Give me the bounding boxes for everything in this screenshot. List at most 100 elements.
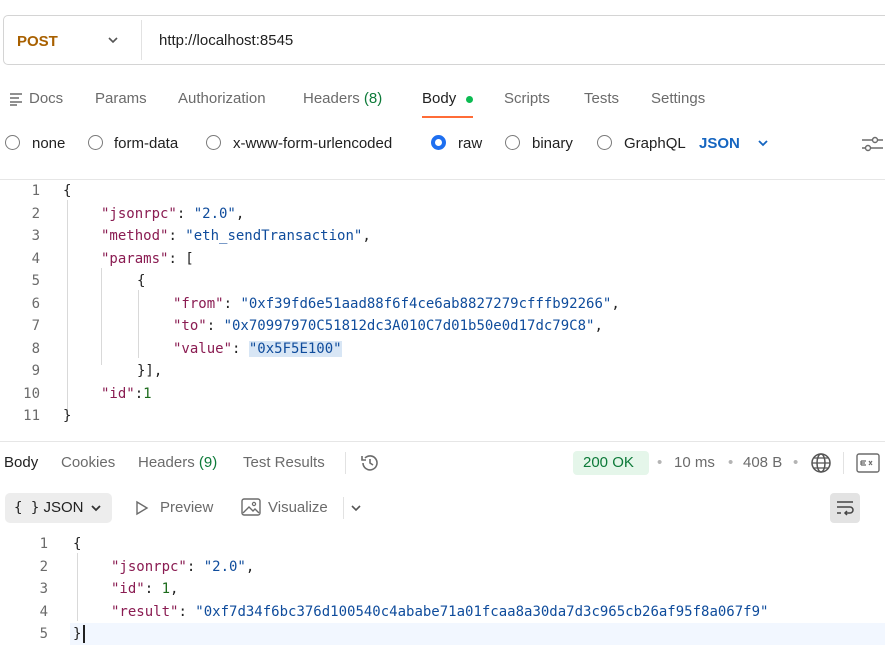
code-line: "value": "0x5F5E100" [173,341,342,357]
line-number: 1 [39,536,48,552]
chevron-down-icon[interactable] [90,502,102,514]
code-line: }], [137,363,163,379]
line-number: 3 [39,581,48,597]
response-tab-headers[interactable]: Headers (9) [138,454,217,471]
code-line: } [73,626,82,642]
line-number: 11 [23,408,40,424]
json-key: "id" [111,581,145,597]
code-line: "id":1 [101,386,152,402]
response-size[interactable]: 408 B [743,454,782,471]
braces-icon: { } [14,500,40,516]
line-number: 7 [31,318,40,334]
tab-docs[interactable]: Docs [29,90,63,107]
tab-headers[interactable]: Headers (8) [303,90,382,107]
text-caret [83,625,85,643]
divider [0,441,885,442]
code-line: } [63,408,72,424]
language-select[interactable]: JSON [699,135,740,152]
json-key: "jsonrpc" [101,206,177,222]
divider [345,452,346,474]
history-icon[interactable] [359,452,381,474]
json-key: "method" [101,228,169,244]
divider [343,497,344,519]
indent-guide [67,200,68,410]
radio-none[interactable] [5,135,20,150]
code-line: "params": [ [101,251,194,267]
line-number: 2 [39,559,48,575]
response-time[interactable]: 10 ms [674,454,715,471]
radio-none-label[interactable]: none [32,135,65,152]
json-string: "eth_sendTransaction" [185,228,363,244]
indent-guide [138,290,139,358]
sliders-icon[interactable] [861,135,883,153]
active-tab-underline [422,116,473,118]
headers-count: (8) [363,90,383,107]
tab-body[interactable]: Body [422,90,456,107]
response-tab-headers-label: Headers [138,454,195,471]
radio-graphql[interactable] [597,135,612,150]
request-body-editor[interactable]: 1 2 3 4 5 6 7 8 9 10 11 { "jsonrpc": "2.… [0,180,885,440]
line-number: 6 [31,296,40,312]
json-string-highlighted: "0x5F5E100" [248,341,342,357]
json-string: "2.0" [193,206,236,222]
indent-guide [101,268,102,365]
radio-form-data[interactable] [88,135,103,150]
wrap-icon [837,501,854,516]
visualize-button[interactable]: Visualize [268,499,328,516]
radio-form-data-label[interactable]: form-data [114,135,178,152]
line-number: 8 [31,341,40,357]
url-input[interactable]: http://localhost:8545 [159,32,293,49]
json-string: "0xf7d34f6bc376d100540c4ababe71a01fcaa8a… [195,604,769,620]
radio-binary[interactable] [505,135,520,150]
chevron-down-icon[interactable] [350,502,362,514]
body-indicator-dot [466,96,473,103]
divider [843,452,844,474]
image-icon [241,498,261,516]
status-text: 200 OK [583,454,634,471]
json-key: "to" [173,318,207,334]
radio-raw[interactable] [431,135,446,150]
radio-urlencoded-label[interactable]: x-www-form-urlencoded [233,135,392,152]
code-line: "method": "eth_sendTransaction", [101,228,371,244]
globe-icon[interactable] [810,452,832,474]
response-tab-test-results[interactable]: Test Results [243,454,325,471]
wrap-lines-button[interactable] [830,493,860,523]
response-tab-body[interactable]: Body [4,454,38,471]
chevron-down-icon[interactable] [106,33,120,47]
radio-raw-label[interactable]: raw [458,135,482,152]
radio-urlencoded[interactable] [206,135,221,150]
code-line: "jsonrpc": "2.0", [101,206,245,222]
tab-tests[interactable]: Tests [584,90,619,107]
example-icon[interactable] [856,452,880,474]
response-format-value: JSON [43,499,84,516]
url-separator [141,20,142,60]
json-number: 1 [143,386,152,402]
tab-authorization[interactable]: Authorization [178,90,266,107]
line-number: 9 [31,363,40,379]
line-number: 1 [31,183,40,199]
code-line: "result": "0xf7d34f6bc376d100540c4ababe7… [111,604,769,620]
line-number: 5 [39,626,48,642]
response-tab-cookies[interactable]: Cookies [61,454,115,471]
code-line: "id": 1, [111,581,179,597]
response-body-viewer[interactable]: 1 2 3 4 5 { "jsonrpc": "2.0", "id": 1, "… [0,533,885,650]
separator-dot: • [728,454,734,471]
method-select[interactable]: POST [17,33,58,50]
tab-settings[interactable]: Settings [651,90,705,107]
json-punct: : [ [168,251,194,267]
line-number: 3 [31,228,40,244]
json-string: "2.0" [203,559,246,575]
tab-scripts[interactable]: Scripts [504,90,550,107]
tab-params[interactable]: Params [95,90,147,107]
preview-button[interactable]: Preview [160,499,213,516]
line-number: 4 [31,251,40,267]
json-key: "from" [173,296,224,312]
json-key: "params" [101,251,169,267]
line-number: 4 [39,604,48,620]
radio-graphql-label[interactable]: GraphQL [624,135,686,152]
radio-binary-label[interactable]: binary [532,135,573,152]
code-line: { [63,183,72,199]
code-line: "from": "0xf39fd6e51aad88f6f4ce6ab882727… [173,296,620,312]
line-number: 10 [23,386,40,402]
chevron-down-icon[interactable] [757,137,769,149]
